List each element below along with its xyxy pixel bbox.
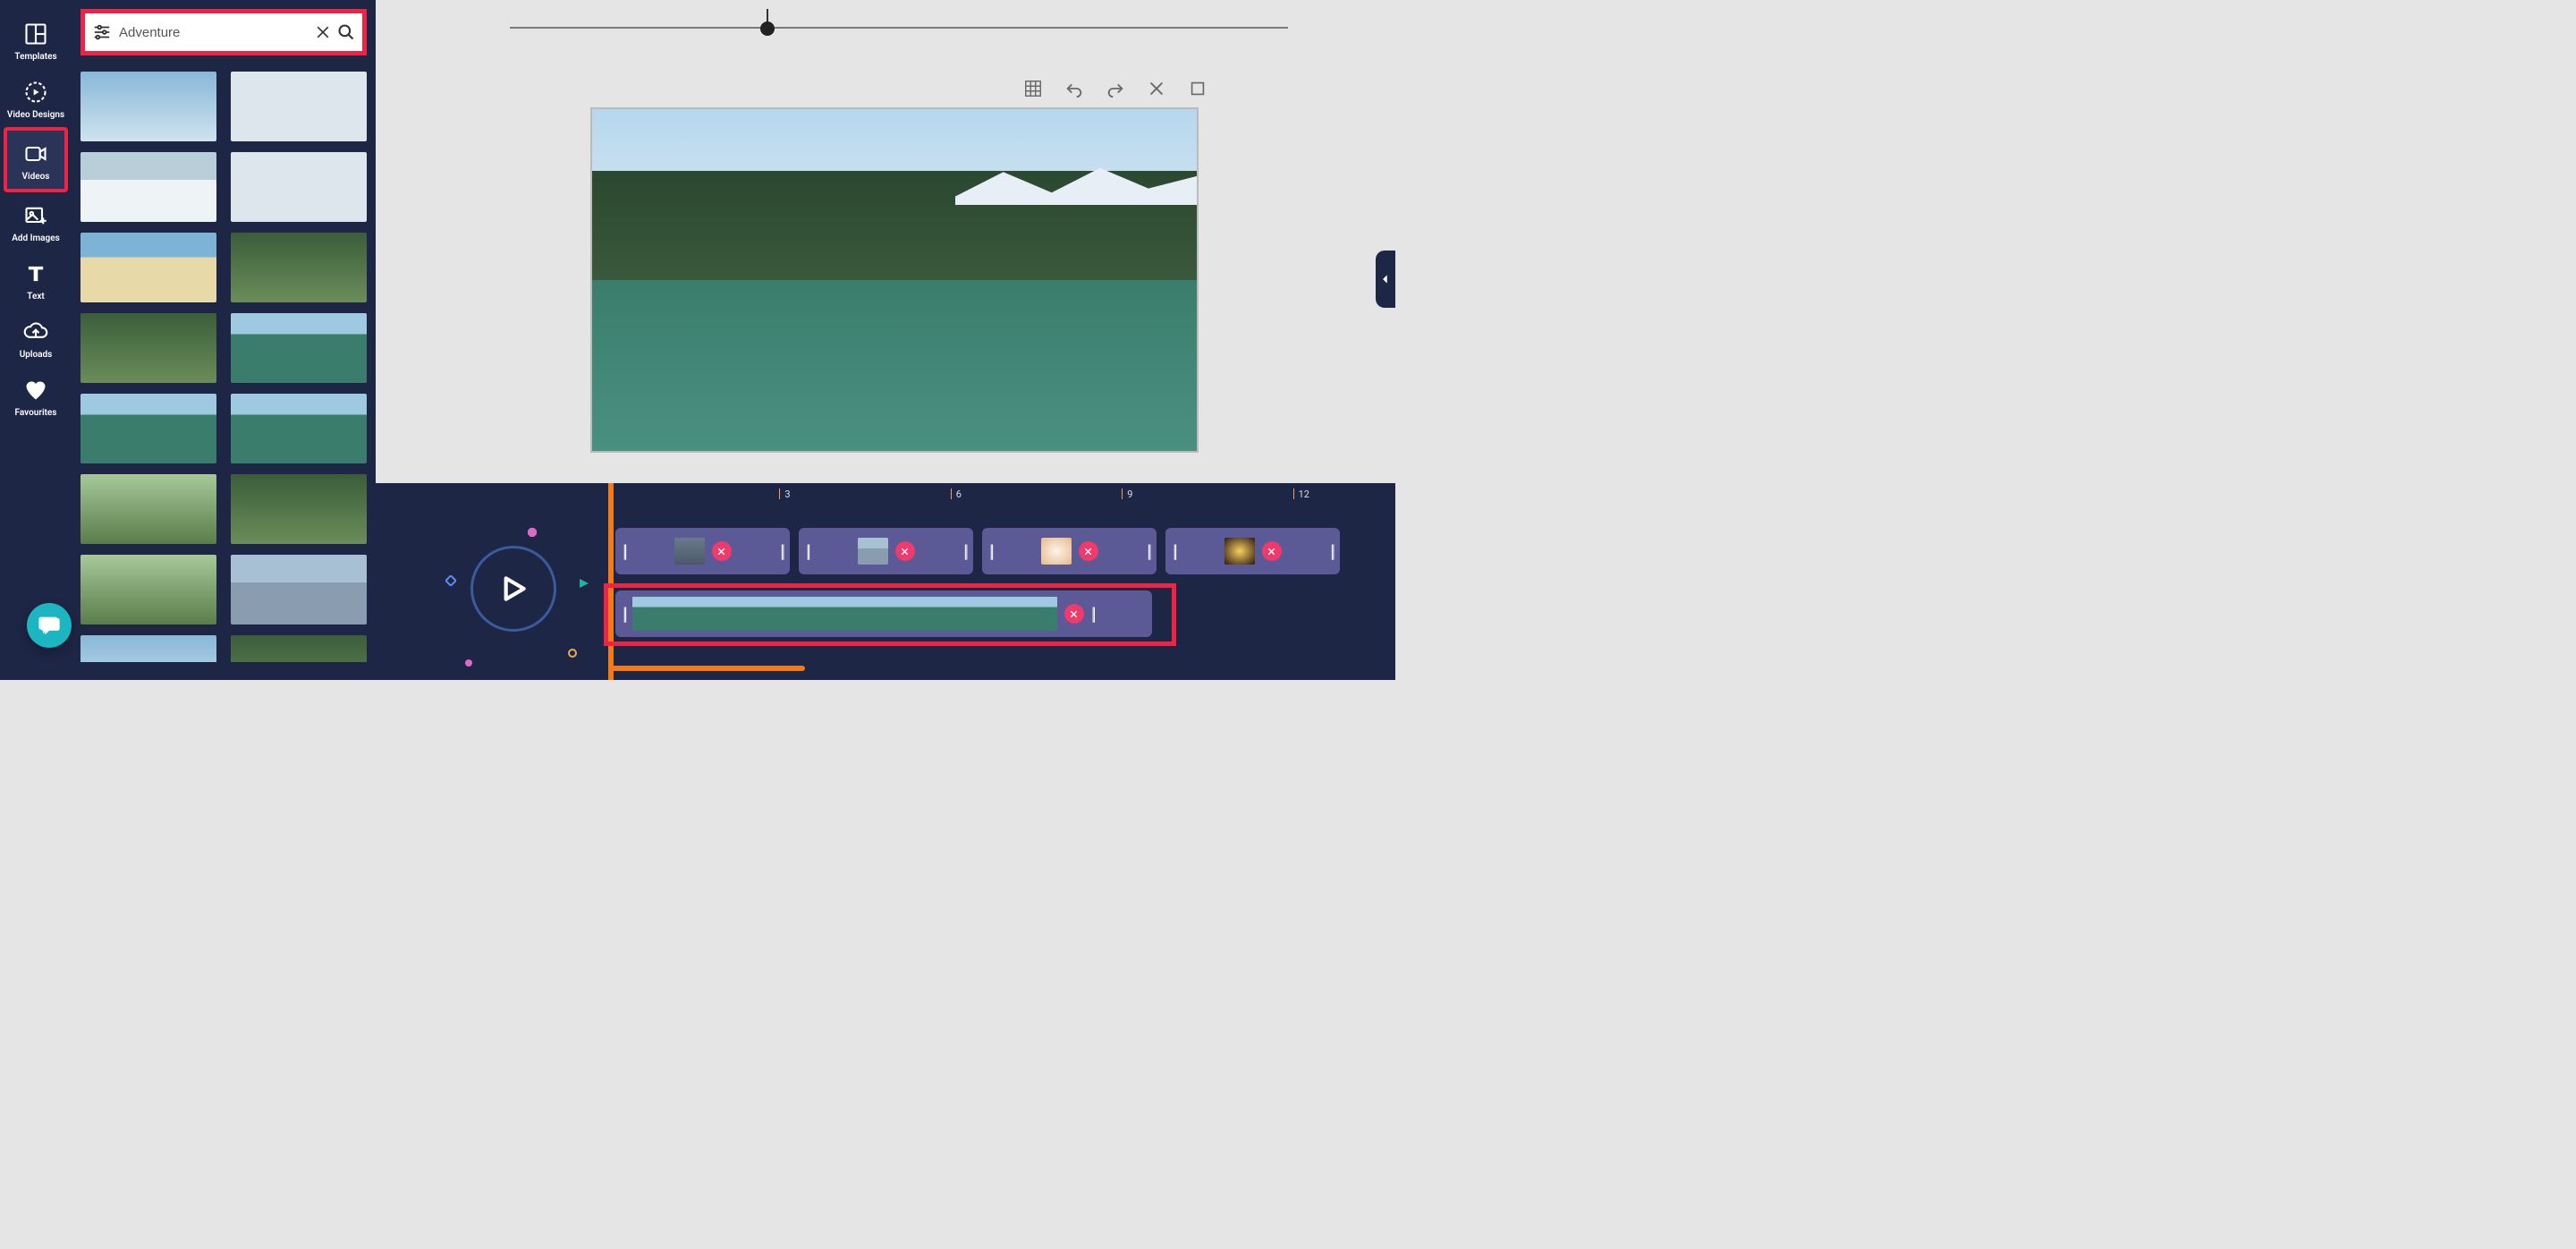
grid-icon[interactable]: [1023, 79, 1043, 98]
ruler-mark: 3: [784, 489, 790, 500]
videos-panel: [72, 0, 376, 680]
timeline-clip[interactable]: || ||: [982, 528, 1157, 574]
clip-handle-right[interactable]: ||: [1091, 603, 1094, 624]
timeline-playhead[interactable]: [608, 483, 614, 680]
timeline-track-2: || ||: [615, 591, 1377, 637]
stop-icon[interactable]: [1188, 79, 1208, 98]
clip-delete-button[interactable]: [1262, 541, 1282, 561]
timeline-clip[interactable]: || ||: [799, 528, 973, 574]
clip-delete-button[interactable]: [895, 541, 915, 561]
clip-frame: [802, 597, 887, 631]
video-thumbnail[interactable]: [231, 72, 367, 141]
sidebar-item-label: Add Images: [12, 234, 60, 243]
timeline-scrollbar[interactable]: [608, 666, 805, 671]
clip-thumbnail: [1041, 538, 1072, 565]
sidebar-item-label: Uploads: [20, 350, 53, 360]
sidebar-item-label: Templates: [14, 52, 56, 62]
video-thumbnail[interactable]: [231, 474, 367, 544]
sidebar-item-uploads[interactable]: Uploads: [4, 309, 68, 367]
video-thumbnail-grid: [80, 72, 367, 662]
canvas-area: [376, 0, 1395, 483]
video-thumbnail[interactable]: [80, 635, 216, 662]
sidebar-item-label: Favourites: [15, 408, 57, 418]
video-thumbnail[interactable]: [80, 152, 216, 222]
clip-thumbnail: [674, 538, 705, 565]
clip-handle-left[interactable]: ||: [623, 540, 625, 562]
clip-delete-button[interactable]: [1064, 604, 1084, 624]
sidebar-item-label: Videos: [22, 172, 50, 182]
clip-handle-right[interactable]: ||: [963, 540, 966, 562]
video-thumbnail[interactable]: [231, 152, 367, 222]
sidebar-item-text[interactable]: Text: [4, 251, 68, 309]
timeline-clip[interactable]: || ||: [615, 528, 790, 574]
filter-icon[interactable]: [92, 22, 112, 42]
canvas-preview[interactable]: [590, 107, 1199, 453]
clip-frame: [972, 597, 1057, 631]
canvas-toolbar: [1023, 79, 1208, 98]
timeline-ruler[interactable]: 3 6 9 12: [608, 489, 1386, 506]
sidebar-item-favourites[interactable]: Favourites: [4, 367, 68, 425]
play-controls: [429, 519, 590, 680]
video-thumbnail[interactable]: [231, 635, 367, 662]
sidebar-item-label: Video Designs: [7, 110, 64, 120]
right-panel-expand-button[interactable]: [1376, 251, 1395, 308]
video-thumbnail[interactable]: [80, 72, 216, 141]
search-bar: [80, 9, 367, 55]
uploads-icon: [23, 319, 48, 344]
sidebar-item-label: Text: [27, 292, 45, 302]
timeline-clip[interactable]: || ||: [615, 591, 1152, 637]
video-thumbnail[interactable]: [231, 394, 367, 463]
time-scrubber-knob[interactable]: [767, 9, 768, 25]
templates-icon: [23, 21, 48, 47]
clip-frame: [632, 597, 717, 631]
video-thumbnail[interactable]: [80, 313, 216, 383]
chat-support-button[interactable]: [27, 603, 72, 648]
clip-frame: [717, 597, 802, 631]
sidebar-item-templates[interactable]: Templates: [4, 11, 68, 69]
clip-thumbnail: [858, 538, 888, 565]
video-thumbnail[interactable]: [80, 474, 216, 544]
play-button[interactable]: [470, 546, 556, 632]
left-sidebar: Templates Video Designs Videos Add Image…: [0, 0, 72, 680]
clip-delete-button[interactable]: [1079, 541, 1098, 561]
text-icon: [23, 261, 48, 286]
heart-icon: [23, 378, 48, 403]
sidebar-item-videos[interactable]: Videos: [4, 127, 68, 192]
video-thumbnail[interactable]: [231, 555, 367, 624]
clear-icon[interactable]: [314, 23, 332, 41]
timeline-area: 36912 |||||||||||||||| ||||: [376, 483, 1395, 680]
video-thumbnail[interactable]: [231, 233, 367, 302]
video-thumbnail[interactable]: [80, 233, 216, 302]
ruler-mark: 6: [956, 489, 962, 500]
sidebar-item-video-designs[interactable]: Video Designs: [4, 69, 68, 127]
timeline-track-1: || || || || || || || ||: [615, 528, 1377, 574]
videos-icon: [23, 141, 48, 166]
clip-handle-left[interactable]: ||: [1173, 540, 1175, 562]
undo-icon[interactable]: [1064, 79, 1084, 98]
redo-icon[interactable]: [1106, 79, 1125, 98]
video-thumbnail[interactable]: [231, 313, 367, 383]
add-images-icon: [23, 203, 48, 228]
sidebar-item-add-images[interactable]: Add Images: [4, 192, 68, 251]
clip-delete-button[interactable]: [712, 541, 732, 561]
video-thumbnail[interactable]: [80, 394, 216, 463]
clip-thumbnail: [1224, 538, 1255, 565]
clip-frame: [887, 597, 972, 631]
video-designs-icon: [23, 80, 48, 105]
timeline-clip[interactable]: || ||: [1165, 528, 1340, 574]
search-input[interactable]: [112, 25, 309, 40]
close-icon[interactable]: [1147, 79, 1166, 98]
ruler-mark: 9: [1127, 489, 1132, 500]
clip-handle-left[interactable]: ||: [989, 540, 992, 562]
clip-handle-right[interactable]: ||: [1147, 540, 1149, 562]
search-icon[interactable]: [337, 23, 355, 41]
video-thumbnail[interactable]: [80, 555, 216, 624]
clip-handle-right[interactable]: ||: [1330, 540, 1333, 562]
clip-handle-right[interactable]: ||: [780, 540, 783, 562]
time-scrubber[interactable]: [510, 27, 1288, 29]
clip-handle-left[interactable]: ||: [623, 603, 625, 624]
clip-handle-left[interactable]: ||: [806, 540, 809, 562]
ruler-mark: 12: [1299, 489, 1309, 500]
